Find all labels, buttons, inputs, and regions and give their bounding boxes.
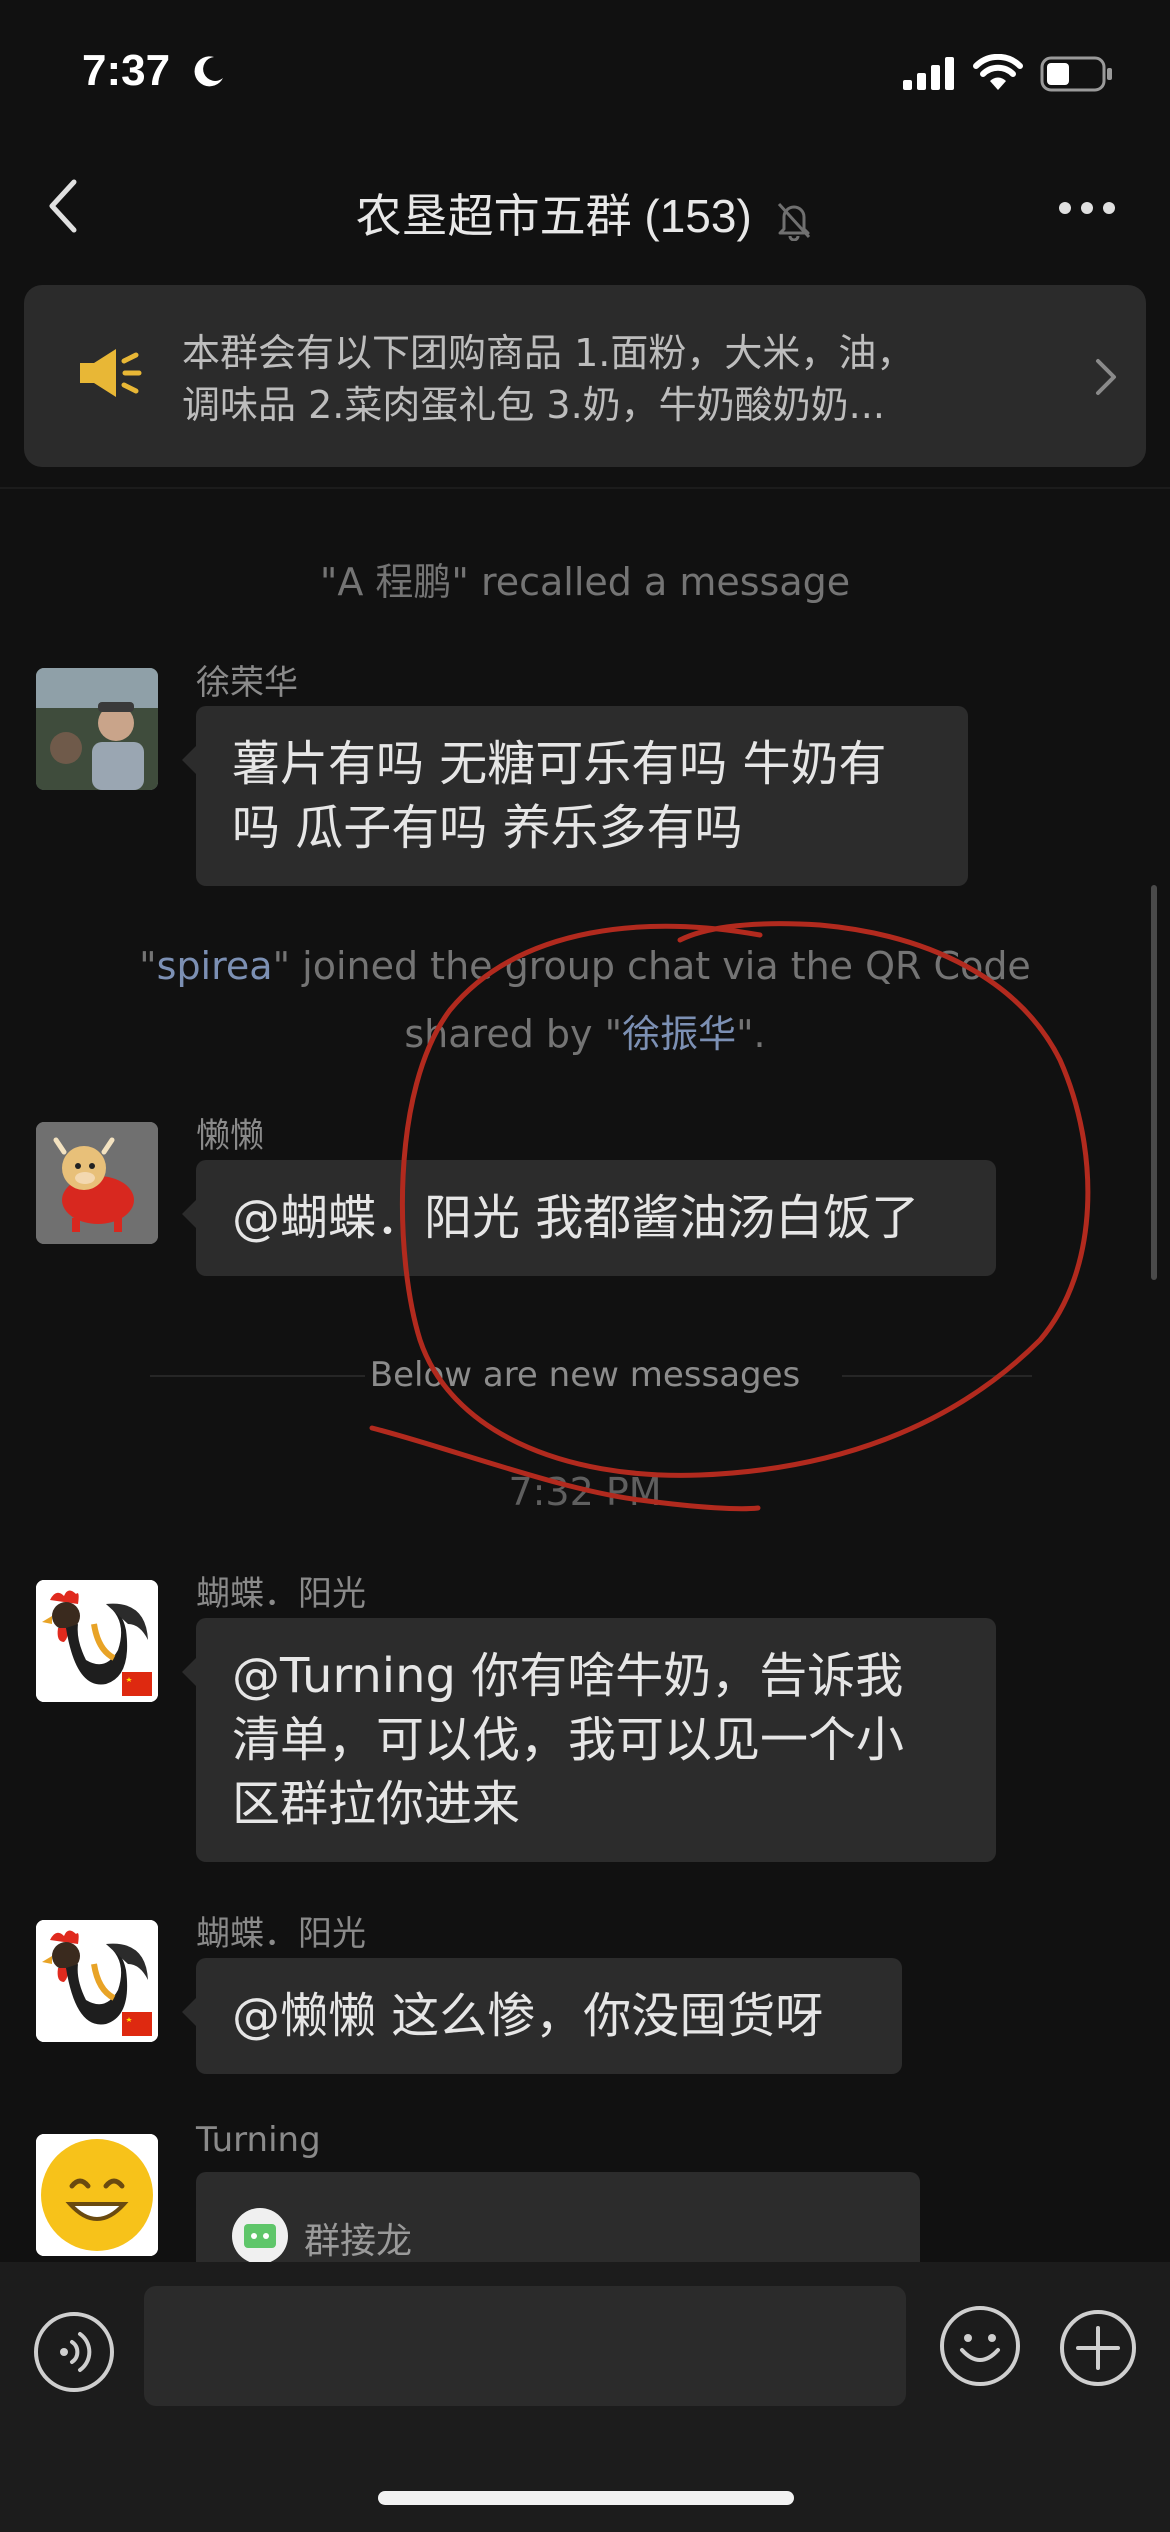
message-line: 薯片有吗 无糖可乐有吗 牛奶有: [232, 736, 887, 792]
message-bubble[interactable]: @蝴蝶．阳光 我都酱油汤白饭了: [182, 1160, 996, 1276]
divider-line: [842, 1375, 1032, 1377]
plus-icon[interactable]: [1058, 2308, 1138, 2388]
chat-title-wrap: 农垦超市五群 (153): [0, 180, 1170, 246]
sender-name: Turning: [196, 2120, 321, 2160]
message-line: 清单，可以伐，我可以见一个小: [232, 1712, 905, 1768]
message-timestamp: 7:32 PM: [508, 1470, 662, 1514]
joined-user-link[interactable]: spirea: [157, 944, 273, 988]
rooster-avatar-image: [36, 1580, 158, 1702]
more-icon[interactable]: [1058, 200, 1116, 216]
home-indicator[interactable]: [378, 2491, 794, 2505]
status-time: 7:37: [82, 46, 171, 95]
joined-text: " joined the group chat via the QR Code: [272, 944, 1031, 988]
chevron-right-icon: [1096, 359, 1116, 395]
avatar-photo: [36, 668, 158, 790]
sender-name: 蝴蝶．阳光: [196, 1914, 366, 1954]
signal-icon: [903, 57, 954, 90]
new-messages-divider: Below are new messages: [0, 1350, 1170, 1400]
scrollbar[interactable]: [1151, 885, 1157, 1280]
sender-name: 徐荣华: [196, 663, 298, 703]
rooster-avatar-image: [36, 1920, 158, 2042]
battery-icon: [1040, 56, 1112, 92]
message-line: @Turning 你有啥牛奶，告诉我: [232, 1648, 904, 1704]
mute-bell-icon: [778, 202, 811, 241]
sender-name: 懒懒: [196, 1116, 264, 1156]
moon-icon: [194, 56, 223, 87]
announcement-text: 本群会有以下团购商品 1.面粉，大米，油， 调味品 2.菜肉蛋礼包 3.奶，牛奶…: [182, 327, 1012, 431]
smiley-avatar-image: [36, 2134, 158, 2256]
message-bubble[interactable]: @Turning 你有啥牛奶，告诉我 清单，可以伐，我可以见一个小 区群拉你进来: [182, 1618, 996, 1862]
announcement-line: 本群会有以下团购商品 1.面粉，大米，油，: [182, 331, 915, 375]
emoji-icon[interactable]: [938, 2304, 1022, 2388]
shared-by-text: shared by ": [404, 1012, 623, 1056]
system-message-joined-line2: shared by "徐振华".: [0, 1000, 1170, 1068]
system-message-recalled: "A 程鹏" recalled a message: [319, 560, 851, 604]
shared-by-link[interactable]: 徐振华: [622, 1012, 736, 1056]
avatar[interactable]: [36, 668, 158, 790]
avatar[interactable]: [36, 1580, 158, 1702]
system-message-joined: "spirea" joined the group chat via the Q…: [0, 932, 1170, 1000]
solitaire-icon: [232, 2208, 288, 2264]
chat-title: 农垦超市五群 (153): [355, 190, 752, 242]
announcement-line: 调味品 2.菜肉蛋礼包 3.奶，牛奶酸奶奶...: [182, 383, 885, 427]
wifi-icon: [973, 54, 1023, 90]
group-announcement[interactable]: 本群会有以下团购商品 1.面粉，大米，油， 调味品 2.菜肉蛋礼包 3.奶，牛奶…: [24, 285, 1146, 467]
message-line: 吗 瓜子有吗 养乐多有吗: [232, 800, 743, 856]
sender-name: 蝴蝶．阳光: [196, 1574, 366, 1614]
cow-avatar-image: [36, 1122, 158, 1244]
message-line: 区群拉你进来: [232, 1776, 521, 1832]
message-bubble[interactable]: @懒懒 这么惨，你没囤货呀: [182, 1958, 902, 2074]
voice-icon[interactable]: [32, 2310, 116, 2394]
speaker-icon: [80, 349, 142, 397]
avatar[interactable]: [36, 2134, 158, 2256]
shared-by-end: ".: [736, 1012, 766, 1056]
message-line: @懒懒 这么惨，你没囤货呀: [232, 1988, 824, 2044]
joined-quote: ": [139, 944, 157, 988]
nav-bar: 农垦超市五群 (153): [0, 140, 1170, 270]
avatar[interactable]: [36, 1920, 158, 2042]
message-bubble[interactable]: 薯片有吗 无糖可乐有吗 牛奶有 吗 瓜子有吗 养乐多有吗: [182, 706, 968, 886]
avatar[interactable]: [36, 1122, 158, 1244]
card-label: 群接龙: [304, 2221, 413, 2262]
message-input[interactable]: [144, 2286, 906, 2406]
status-bar: 7:37: [0, 0, 1170, 140]
divider: [0, 487, 1170, 489]
message-line: @蝴蝶．阳光 我都酱油汤白饭了: [232, 1190, 920, 1246]
